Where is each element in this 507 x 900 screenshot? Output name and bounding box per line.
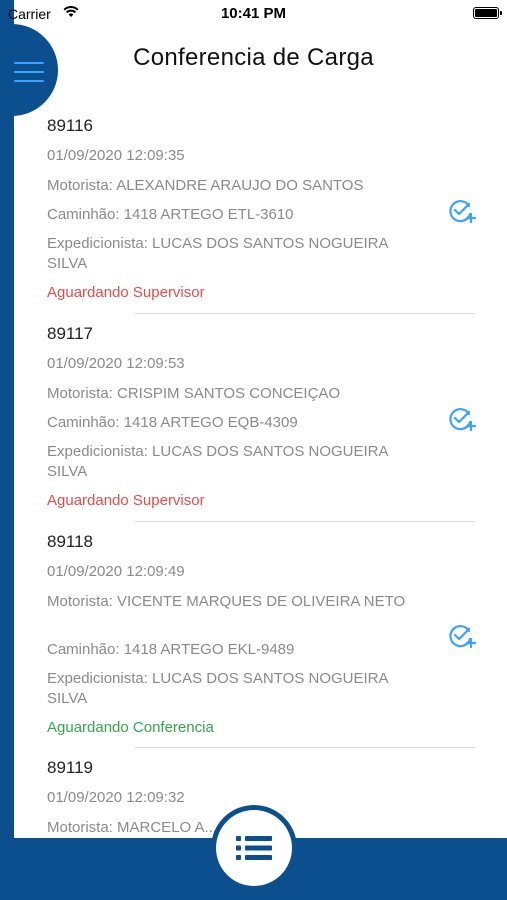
truck-label: Caminhão: 1418 ARTEGO EKL-9489 [47, 641, 295, 658]
load-code: 89116 [47, 116, 94, 135]
truck-label: Caminhão: 1418 ARTEGO EQB-4309 [47, 414, 298, 431]
load-datetime: 01/09/2020 12:09:32 [47, 789, 185, 806]
status-label: Aguardando Supervisor [47, 284, 205, 301]
list-icon [236, 836, 272, 860]
driver-label: Motorista: CRISPIM SANTOS CONCEIÇAO [47, 385, 341, 402]
load-list: 89116 01/09/2020 12:09:35 Motorista: ALE… [47, 112, 477, 854]
status-label: Aguardando Supervisor [47, 492, 205, 509]
check-plus-icon[interactable] [447, 404, 477, 434]
status-label: Aguardando Conferencia [47, 719, 214, 736]
list-fab-button[interactable] [216, 810, 292, 886]
driver-label: Motorista: VICENTE MARQUES DE OLIVEIRA N… [47, 593, 406, 610]
load-code: 89117 [47, 324, 94, 343]
check-plus-icon[interactable] [447, 196, 477, 226]
list-item[interactable]: 89116 01/09/2020 12:09:35 Motorista: ALE… [47, 112, 477, 320]
item-divider [135, 747, 475, 748]
dispatcher-label: Expedicionista: LUCAS DOS SANTOS NOGUEIR… [47, 235, 388, 272]
clock: 10:41 PM [220, 5, 287, 22]
load-datetime: 01/09/2020 12:09:53 [47, 355, 185, 372]
check-plus-icon[interactable] [447, 621, 477, 651]
driver-label: Motorista: ALEXANDRE ARAUJO DO SANTOS [47, 177, 364, 194]
status-bar: Carrier 10:41 PM [0, 0, 507, 28]
list-item[interactable]: 89117 01/09/2020 12:09:53 Motorista: CRI… [47, 320, 477, 528]
truck-label: Caminhão: 1418 ARTEGO ETL-3610 [47, 206, 294, 223]
dispatcher-label: Expedicionista: LUCAS DOS SANTOS NOGUEIR… [47, 443, 388, 480]
load-datetime: 01/09/2020 12:09:35 [47, 147, 185, 164]
load-code: 89119 [47, 758, 94, 777]
battery-icon [473, 7, 502, 19]
page-title: Conferencia de Carga [133, 44, 374, 71]
list-item[interactable]: 89118 01/09/2020 12:09:49 Motorista: VIC… [47, 528, 477, 754]
load-datetime: 01/09/2020 12:09:49 [47, 563, 185, 580]
item-divider [135, 313, 475, 314]
dispatcher-label: Expedicionista: LUCAS DOS SANTOS NOGUEIR… [47, 670, 388, 707]
item-divider [135, 521, 475, 522]
load-code: 89118 [47, 532, 94, 551]
